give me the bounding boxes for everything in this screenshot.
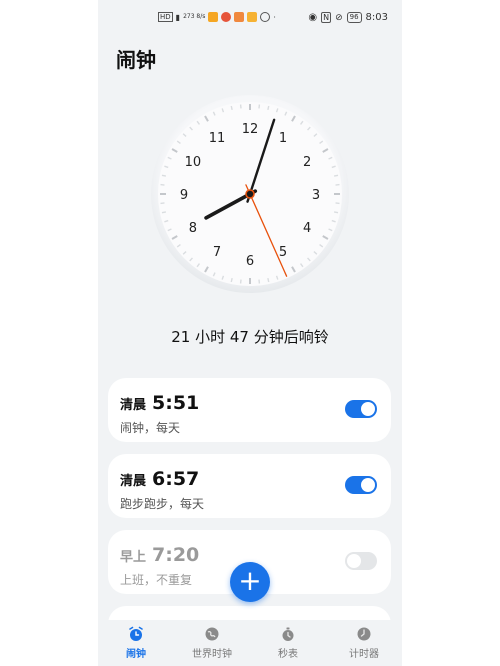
- stopwatch-icon: [282, 627, 294, 641]
- alarm-toggle[interactable]: [345, 476, 377, 494]
- timer-icon: [357, 627, 371, 641]
- clock-tick: [230, 105, 233, 111]
- clock-number: 8: [189, 221, 197, 236]
- clock-number: 1: [279, 131, 287, 146]
- tab-label: 计时器: [349, 649, 379, 660]
- app-icon-check: [234, 12, 245, 22]
- alarm-subtitle: 跑步跑步，每天: [120, 497, 205, 511]
- status-left: HD ▮ 273 8/s ·: [158, 12, 276, 22]
- clock-number: 11: [209, 131, 226, 146]
- alarm-period: 清晨: [120, 474, 147, 489]
- clock-tick: [333, 211, 339, 214]
- alarm-time: 5:51: [152, 392, 200, 414]
- page-title: 闹钟: [116, 48, 156, 72]
- toggle-knob: [347, 554, 361, 568]
- app-icon-orange: [208, 12, 219, 22]
- clock-number: 7: [213, 245, 221, 260]
- clock-number: 10: [185, 155, 202, 170]
- alarm-toggle[interactable]: [345, 400, 377, 418]
- alarm-time: 7:20: [152, 544, 200, 566]
- battery-icon: 96: [346, 12, 362, 23]
- clock-tick: [333, 174, 339, 177]
- add-alarm-button[interactable]: +: [230, 562, 270, 602]
- app-icon-mail: [247, 12, 258, 22]
- app-icon-circle: [260, 12, 271, 22]
- tab-label: 世界时钟: [192, 649, 232, 660]
- alarm-period: 清晨: [120, 398, 147, 413]
- clock-number: 4: [303, 221, 311, 236]
- app-icon-weibo: [221, 12, 232, 22]
- clock-tick: [267, 105, 270, 111]
- status-time: 8:03: [365, 12, 388, 23]
- alarm-card[interactable]: 清晨 5:51 闹钟，每天: [108, 378, 391, 442]
- clock-face: 121234567891011: [151, 95, 349, 293]
- status-bar: HD ▮ 273 8/s · ◉ N ⊘ 96 8:03: [98, 8, 402, 30]
- alarm-time-row: 早上 7:20: [120, 544, 199, 566]
- tab-stopwatch[interactable]: 秒表: [250, 620, 326, 666]
- nfc-icon: N: [321, 12, 332, 23]
- clock-tick: [161, 174, 167, 177]
- analog-clock: 12 1 2 3 4 5 6 7 8 9 10 11: [150, 94, 350, 294]
- toggle-knob: [361, 478, 375, 492]
- alarm-subtitle: 闹钟，每天: [120, 421, 181, 435]
- status-left-text: 273 8/s: [183, 13, 206, 20]
- hd-icon: HD: [158, 12, 173, 22]
- clock-number: 2: [303, 155, 311, 170]
- alarm-time-row: 清晨 6:57: [120, 468, 199, 490]
- alarm-time: 6:57: [152, 468, 200, 490]
- clock-number: 6: [246, 254, 254, 269]
- bottom-tab-bar: 闹钟 世界时钟 秒表 计时器: [98, 620, 402, 666]
- alarm-clock-icon: [129, 626, 143, 641]
- clock-number: 3: [312, 188, 320, 203]
- alarm-period: 早上: [120, 550, 147, 565]
- clock-tick: [161, 211, 167, 214]
- clock-center-pin: [245, 189, 255, 199]
- clock-tick: [230, 277, 233, 283]
- clock-tick: [267, 277, 270, 283]
- mute-icon: ⊘: [335, 12, 343, 23]
- status-right: ◉ N ⊘ 96 8:03: [308, 12, 388, 23]
- phone-screen: HD ▮ 273 8/s · ◉ N ⊘ 96 8:03 闹钟 12 1 2 3…: [98, 0, 402, 666]
- clock-number: 12: [242, 122, 259, 137]
- tab-label: 闹钟: [126, 649, 146, 660]
- clock-number: 9: [180, 188, 188, 203]
- alarm-subtitle: 上班，不重复: [120, 573, 193, 587]
- toggle-knob: [361, 402, 375, 416]
- tab-label: 秒表: [278, 649, 298, 660]
- more-dot-icon: ·: [273, 12, 276, 22]
- tab-alarm[interactable]: 闹钟: [98, 620, 174, 666]
- next-alarm-countdown: 21 小时 47 分钟后响铃: [171, 328, 329, 346]
- alarm-card[interactable]: 清晨 6:57 跑步跑步，每天: [108, 454, 391, 518]
- alarm-toggle[interactable]: [345, 552, 377, 570]
- tab-world-clock[interactable]: 世界时钟: [174, 620, 250, 666]
- tab-timer[interactable]: 计时器: [326, 620, 402, 666]
- eye-icon: ◉: [308, 12, 318, 23]
- globe-icon: [205, 627, 219, 641]
- alarm-time-row: 清晨 5:51: [120, 392, 199, 414]
- signal-icon: ▮: [175, 12, 181, 22]
- clock-number: 5: [279, 245, 287, 260]
